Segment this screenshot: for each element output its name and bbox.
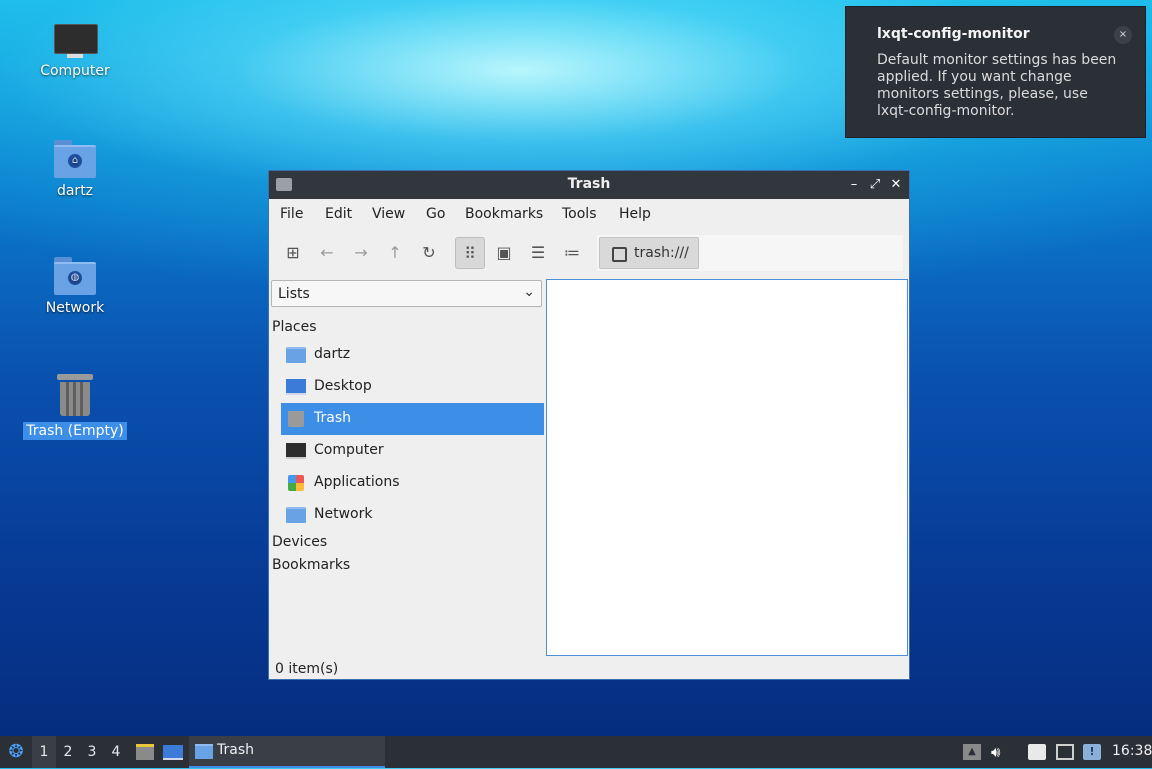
computer-icon [286,443,306,459]
home-folder-icon: ⌂ [54,140,96,178]
path-text: trash:/// [634,245,689,261]
thumbnail-view-icon[interactable]: ▣ [489,237,519,269]
sidebar-item-label: dartz [314,346,351,362]
side-pane-mode-value: Lists [278,286,310,302]
trash-icon [288,411,304,427]
up-icon[interactable]: ↑ [380,237,410,269]
menu-tools[interactable]: Tools [562,206,597,222]
window-titlebar[interactable]: Trash – ⤢ ✕ [269,171,909,199]
notification-body: Default monitor settings has been applie… [877,52,1117,119]
sidebar-item-label: Trash [314,410,351,426]
close-button[interactable]: ✕ [887,175,905,195]
menu-file[interactable]: File [280,206,303,222]
side-pane-mode-select[interactable]: Lists ⌄ [271,280,542,307]
status-bar-text: 0 item(s) [275,661,339,677]
maximize-button[interactable]: ⤢ [866,175,884,195]
compact-view-icon[interactable]: ☰ [523,237,553,269]
sidebar-item-label: Applications [314,474,400,490]
desktop-icon-label: Network [45,300,105,316]
bookmarks-header[interactable]: Bookmarks [272,557,350,573]
network-folder-icon [286,507,306,523]
menu-view[interactable]: View [372,206,405,222]
sidebar-item-network[interactable]: Network [281,499,544,531]
folder-icon [195,744,213,759]
workspace-1[interactable]: 1 [32,736,56,768]
workspace-3[interactable]: 3 [80,736,104,768]
back-icon[interactable]: ← [312,237,342,269]
applications-icon [288,475,304,491]
desktop-icon-label: Trash (Empty) [23,422,127,440]
sidebar-item-label: Computer [314,442,384,458]
forward-icon[interactable]: → [346,237,376,269]
workspace-2[interactable]: 2 [56,736,80,768]
notification-popup[interactable]: lxqt-config-monitor × Default monitor se… [846,7,1145,137]
sidebar-item-desktop[interactable]: Desktop [281,371,544,403]
desktop-icon-trash[interactable]: Trash (Empty) [20,374,130,440]
chevron-down-icon: ⌄ [523,284,535,300]
notifications-icon[interactable]: ! [1083,744,1101,760]
menu-go[interactable]: Go [426,206,445,222]
places-header[interactable]: Places [272,319,317,335]
clock[interactable]: 16:38 [1112,743,1152,759]
minimize-button[interactable]: – [845,175,863,195]
file-manager-launcher[interactable] [134,736,156,768]
sidebar-item-trash[interactable]: Trash [281,403,544,435]
file-manager-icon [136,744,154,760]
network-icon[interactable] [1056,744,1074,760]
menu-bar: File Edit View Go Bookmarks Tools Help [269,199,909,229]
lxqt-logo-icon: ❂ [8,741,24,762]
menu-bookmarks[interactable]: Bookmarks [465,206,543,222]
window-title: Trash [567,176,611,192]
sidebar-item-label: Network [314,506,373,522]
taskbar: ❂ 1 2 3 4 Trash ▲ 🔊︎ ! 16:38 [0,736,1152,768]
detailed-list-view-icon[interactable]: ≔ [557,237,587,269]
trash-location-icon [612,247,627,262]
show-desktop-button[interactable] [161,736,185,768]
task-label: Trash [217,742,254,758]
menu-edit[interactable]: Edit [325,206,352,222]
desktop-icon-dartz[interactable]: ⌂ dartz [20,140,130,200]
sidebar-item-label: Desktop [314,378,372,394]
computer-icon [54,24,98,58]
desktop-icon [163,745,183,760]
reload-icon[interactable]: ↻ [414,237,444,269]
trash-icon [57,374,93,416]
desktop-icon [286,379,306,395]
file-manager-window: Trash – ⤢ ✕ File Edit View Go Bookmarks … [268,170,910,680]
tray-expand-icon[interactable]: ▲ [963,744,981,760]
sidebar-item-computer[interactable]: Computer [281,435,544,467]
new-tab-icon[interactable]: ⊞ [278,237,308,269]
desktop-icon-computer[interactable]: Computer [20,24,130,80]
path-bar: trash:/// [597,235,903,271]
workspace-4[interactable]: 4 [104,736,128,768]
network-folder-icon: ◍ [54,257,96,295]
icon-view-icon[interactable]: ⠿ [455,237,485,269]
menu-help[interactable]: Help [619,206,651,222]
file-view[interactable] [546,279,908,656]
notification-title: lxqt-config-monitor [877,26,1030,42]
desktop-icon-label: dartz [56,183,94,199]
taskbar-task-trash[interactable]: Trash [189,736,385,768]
sidebar-item-dartz[interactable]: dartz [281,339,544,371]
close-icon[interactable]: × [1114,26,1132,44]
home-folder-icon [286,347,306,363]
volume-icon[interactable]: 🔊︎ [991,744,1009,760]
path-button-trash[interactable]: trash:/// [599,237,699,269]
desktop-icon-label: Computer [40,63,110,79]
main-menu-button[interactable]: ❂ [2,736,30,768]
desktop-icon-network[interactable]: ◍ Network [20,257,130,317]
devices-header[interactable]: Devices [272,534,327,550]
sidebar-item-applications[interactable]: Applications [281,467,544,499]
clipboard-icon[interactable] [1028,744,1046,760]
